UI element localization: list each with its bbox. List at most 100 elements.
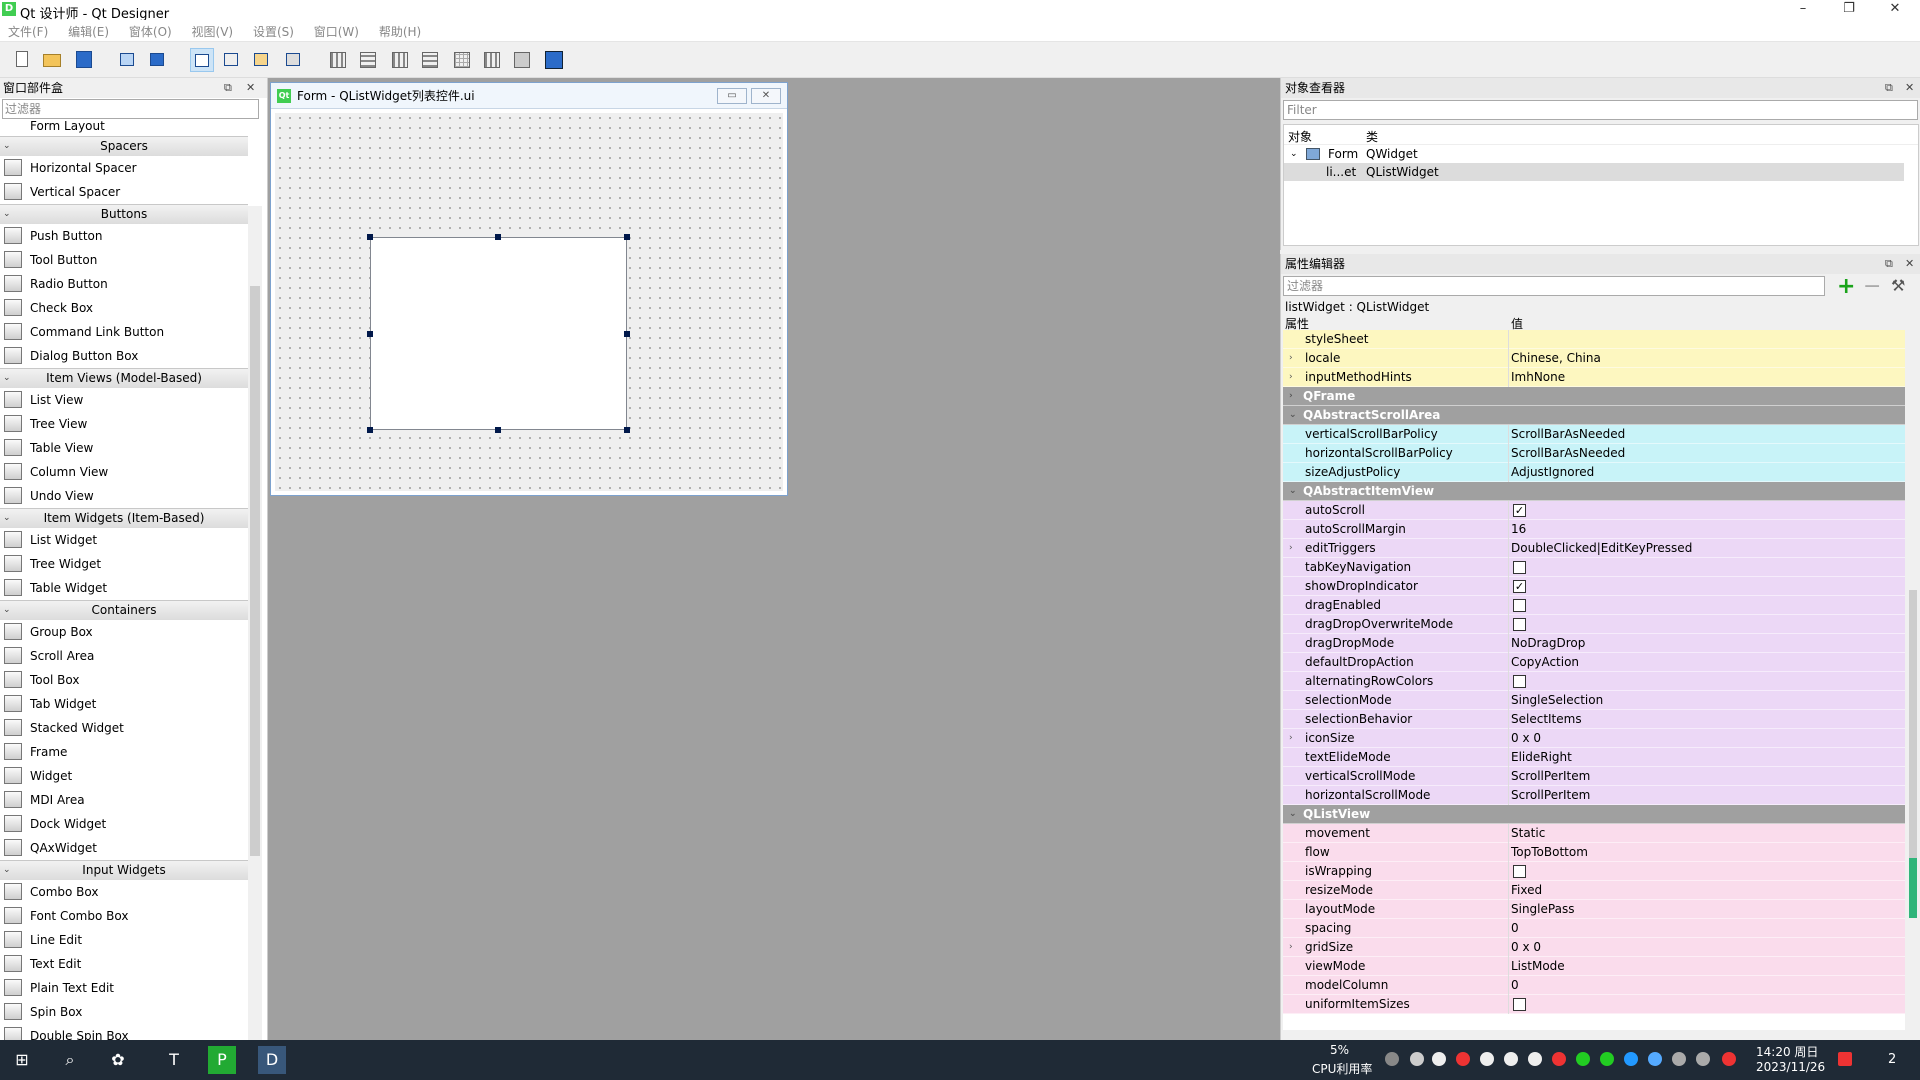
widget-item[interactable]: Line Edit bbox=[0, 928, 248, 952]
widget-item[interactable]: Push Button bbox=[0, 224, 248, 248]
close-dock-icon[interactable]: ✕ bbox=[1905, 254, 1914, 274]
open-folder-icon[interactable] bbox=[40, 48, 64, 72]
widget-item[interactable]: Form Layout bbox=[0, 120, 248, 136]
menu-window[interactable]: 窗口(W) bbox=[306, 20, 367, 43]
property-value[interactable]: ScrollPerItem bbox=[1511, 767, 1590, 786]
widget-item[interactable]: List View bbox=[0, 388, 248, 412]
property-row[interactable]: textElideMode ElideRight bbox=[1283, 748, 1905, 767]
menu-help[interactable]: 帮助(H) bbox=[371, 20, 429, 43]
pycharm-icon[interactable]: P bbox=[208, 1046, 236, 1074]
form-minimize-button[interactable]: ▭ bbox=[717, 88, 747, 104]
typora-icon[interactable]: T bbox=[160, 1046, 188, 1074]
property-value[interactable]: Chinese, China bbox=[1511, 349, 1601, 368]
network-icon[interactable] bbox=[1624, 1052, 1638, 1066]
widget-item[interactable]: Widget bbox=[0, 764, 248, 788]
edit-buddies-icon[interactable] bbox=[250, 48, 274, 72]
expand-arrow-icon[interactable]: ⌄ bbox=[1289, 805, 1297, 824]
edit-widgets-mode-icon[interactable] bbox=[190, 48, 214, 72]
layout-grid-icon[interactable] bbox=[450, 48, 474, 72]
property-group-row[interactable]: ⌄ QAbstractItemView bbox=[1283, 482, 1905, 501]
widget-box-scrollbar[interactable] bbox=[248, 206, 262, 1080]
property-value[interactable]: ImhNone bbox=[1511, 368, 1565, 387]
notification-count[interactable]: 2 bbox=[1888, 1052, 1896, 1067]
widget-category[interactable]: ⌄ Buttons bbox=[0, 204, 248, 224]
widget-item[interactable]: Text Edit bbox=[0, 952, 248, 976]
property-row[interactable]: dragDropOverwriteMode bbox=[1283, 615, 1905, 634]
close-dock-icon[interactable]: ✕ bbox=[1905, 78, 1914, 98]
collapse-arrow-icon[interactable]: ⌄ bbox=[3, 369, 11, 388]
property-row[interactable]: alternatingRowColors bbox=[1283, 672, 1905, 691]
property-row[interactable]: autoScroll ✓ bbox=[1283, 501, 1905, 520]
property-row[interactable]: verticalScrollBarPolicy ScrollBarAsNeeded bbox=[1283, 425, 1905, 444]
adjust-size-icon[interactable] bbox=[542, 48, 566, 72]
property-row[interactable]: selectionBehavior SelectItems bbox=[1283, 710, 1905, 729]
property-row[interactable]: spacing 0 bbox=[1283, 919, 1905, 938]
tree-row[interactable]: ⌄ Form QWidget bbox=[1284, 145, 1918, 163]
remove-property-icon[interactable]: − bbox=[1863, 274, 1881, 299]
widget-item[interactable]: MDI Area bbox=[0, 788, 248, 812]
widget-item[interactable]: Dialog Button Box bbox=[0, 344, 248, 368]
resize-handle[interactable] bbox=[624, 427, 630, 433]
qq-icon[interactable] bbox=[1528, 1052, 1542, 1066]
qt-designer-taskbar-icon[interactable]: D bbox=[258, 1046, 286, 1074]
property-group-row[interactable]: › QFrame bbox=[1283, 387, 1905, 406]
close-button[interactable]: ✕ bbox=[1872, 0, 1918, 20]
windows-start-icon[interactable]: ⊞ bbox=[8, 1046, 36, 1074]
property-group-row[interactable]: ⌄ QAbstractScrollArea bbox=[1283, 406, 1905, 425]
tree-row-selected[interactable]: li...et QListWidget bbox=[1284, 163, 1904, 181]
property-row[interactable]: horizontalScrollBarPolicy ScrollBarAsNeed… bbox=[1283, 444, 1905, 463]
resize-handle[interactable] bbox=[624, 331, 630, 337]
collapse-arrow-icon[interactable]: ⌄ bbox=[3, 601, 11, 620]
property-value[interactable]: 0 x 0 bbox=[1511, 729, 1541, 748]
property-row[interactable]: autoScrollMargin 16 bbox=[1283, 520, 1905, 539]
app-tray-icon[interactable] bbox=[1838, 1052, 1852, 1066]
new-file-icon[interactable] bbox=[10, 48, 34, 72]
property-row[interactable]: movement Static bbox=[1283, 824, 1905, 843]
menu-form[interactable]: 窗体(O) bbox=[121, 20, 180, 43]
property-row[interactable]: uniformItemSizes bbox=[1283, 995, 1905, 1014]
property-row[interactable]: tabKeyNavigation bbox=[1283, 558, 1905, 577]
property-value[interactable]: DoubleClicked|EditKeyPressed bbox=[1511, 539, 1692, 558]
widget-item[interactable]: Horizontal Spacer bbox=[0, 156, 248, 180]
expand-icon[interactable]: ⌄ bbox=[1290, 145, 1298, 163]
widget-item[interactable]: Spin Box bbox=[0, 1000, 248, 1024]
property-row[interactable]: flow TopToBottom bbox=[1283, 843, 1905, 862]
widget-item[interactable]: Plain Text Edit bbox=[0, 976, 248, 1000]
widget-item[interactable]: Radio Button bbox=[0, 272, 248, 296]
widget-item[interactable]: Undo View bbox=[0, 484, 248, 508]
property-filter-input[interactable]: 过滤器 bbox=[1283, 276, 1825, 296]
property-value[interactable]: 0 bbox=[1511, 919, 1519, 938]
property-checkbox[interactable] bbox=[1513, 865, 1526, 878]
property-row[interactable]: defaultDropAction CopyAction bbox=[1283, 653, 1905, 672]
widget-item[interactable]: Table View bbox=[0, 436, 248, 460]
resize-handle[interactable] bbox=[367, 234, 373, 240]
resize-handle[interactable] bbox=[367, 331, 373, 337]
float-dock-icon[interactable]: ⧉ bbox=[224, 78, 232, 98]
property-value[interactable]: SingleSelection bbox=[1511, 691, 1603, 710]
float-dock-icon[interactable]: ⧉ bbox=[1885, 254, 1893, 274]
widget-category[interactable]: ⌄ Containers bbox=[0, 600, 248, 620]
layout-splitter-v-icon[interactable] bbox=[418, 48, 442, 72]
edit-signals-slots-icon[interactable] bbox=[220, 48, 244, 72]
property-checkbox[interactable]: ✓ bbox=[1513, 504, 1526, 517]
configure-wrench-icon[interactable]: ⚒ bbox=[1891, 276, 1905, 295]
list-widget-selected[interactable] bbox=[370, 237, 627, 430]
property-row[interactable]: modelColumn 0 bbox=[1283, 976, 1905, 995]
widget-filter-input[interactable]: 过滤器 bbox=[2, 99, 259, 119]
maximize-button[interactable]: ❐ bbox=[1826, 0, 1872, 20]
widget-item[interactable]: Command Link Button bbox=[0, 320, 248, 344]
widget-item[interactable]: Vertical Spacer bbox=[0, 180, 248, 204]
property-row[interactable]: › iconSize 0 x 0 bbox=[1283, 729, 1905, 748]
property-checkbox[interactable] bbox=[1513, 998, 1526, 1011]
expand-arrow-icon[interactable]: › bbox=[1289, 349, 1293, 368]
widget-item[interactable]: Frame bbox=[0, 740, 248, 764]
collapse-arrow-icon[interactable]: ⌄ bbox=[3, 509, 11, 528]
clock-date[interactable]: 2023/11/26 bbox=[1756, 1060, 1825, 1074]
menu-view[interactable]: 视图(V) bbox=[184, 20, 242, 43]
widget-item[interactable]: Check Box bbox=[0, 296, 248, 320]
break-layout-icon[interactable] bbox=[510, 48, 534, 72]
property-value[interactable]: SelectItems bbox=[1511, 710, 1582, 729]
object-filter-input[interactable]: Filter bbox=[1283, 100, 1918, 120]
property-checkbox[interactable]: ✓ bbox=[1513, 580, 1526, 593]
app-tray-icon[interactable] bbox=[1648, 1052, 1662, 1066]
